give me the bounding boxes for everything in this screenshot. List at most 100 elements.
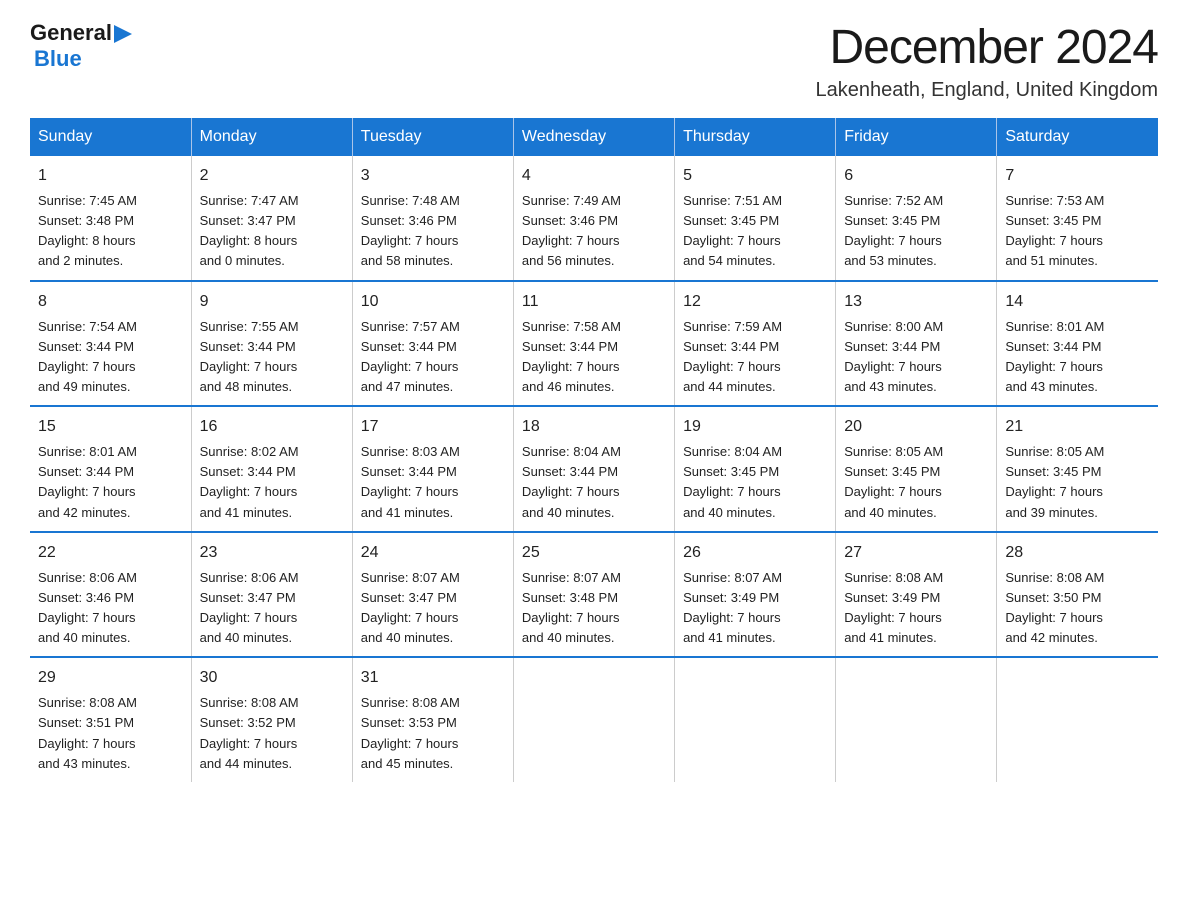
day-number: 24 xyxy=(361,541,505,565)
calendar-week-row: 15 Sunrise: 8:01 AMSunset: 3:44 PMDayligh… xyxy=(30,406,1158,532)
day-info: Sunrise: 8:02 AMSunset: 3:44 PMDaylight:… xyxy=(200,442,344,523)
day-info: Sunrise: 8:04 AMSunset: 3:45 PMDaylight:… xyxy=(683,442,827,523)
day-info: Sunrise: 8:08 AMSunset: 3:53 PMDaylight:… xyxy=(361,693,505,774)
day-number: 31 xyxy=(361,666,505,690)
day-info: Sunrise: 8:07 AMSunset: 3:48 PMDaylight:… xyxy=(522,568,666,649)
calendar-cell: 21 Sunrise: 8:05 AMSunset: 3:45 PMDayligh… xyxy=(997,406,1158,532)
day-info: Sunrise: 7:58 AMSunset: 3:44 PMDaylight:… xyxy=(522,317,666,398)
day-number: 27 xyxy=(844,541,988,565)
calendar-week-row: 22Sunrise: 8:06 AMSunset: 3:46 PMDayligh… xyxy=(30,532,1158,658)
day-info: Sunrise: 7:49 AMSunset: 3:46 PMDaylight:… xyxy=(522,191,666,272)
calendar-cell: 27Sunrise: 8:08 AMSunset: 3:49 PMDayligh… xyxy=(836,532,997,658)
calendar-cell: 12 Sunrise: 7:59 AMSunset: 3:44 PMDayligh… xyxy=(675,281,836,407)
calendar-cell xyxy=(836,657,997,782)
calendar-cell: 19 Sunrise: 8:04 AMSunset: 3:45 PMDayligh… xyxy=(675,406,836,532)
calendar-cell: 26Sunrise: 8:07 AMSunset: 3:49 PMDayligh… xyxy=(675,532,836,658)
day-info: Sunrise: 7:45 AMSunset: 3:48 PMDaylight:… xyxy=(38,191,183,272)
day-number: 5 xyxy=(683,164,827,188)
day-info: Sunrise: 8:04 AMSunset: 3:44 PMDaylight:… xyxy=(522,442,666,523)
calendar-cell: 22Sunrise: 8:06 AMSunset: 3:46 PMDayligh… xyxy=(30,532,191,658)
logo-blue-text: Blue xyxy=(34,46,82,72)
logo-general-text: General xyxy=(30,20,112,46)
day-info: Sunrise: 8:01 AMSunset: 3:44 PMDaylight:… xyxy=(38,442,183,523)
col-thursday: Thursday xyxy=(675,118,836,156)
main-title: December 2024 xyxy=(816,20,1158,75)
logo: General Blue xyxy=(30,20,132,72)
day-number: 22 xyxy=(38,541,183,565)
calendar-cell: 2Sunrise: 7:47 AMSunset: 3:47 PMDaylight… xyxy=(191,156,352,281)
location-subtitle: Lakenheath, England, United Kingdom xyxy=(816,79,1158,102)
day-number: 10 xyxy=(361,290,505,314)
day-info: Sunrise: 7:51 AMSunset: 3:45 PMDaylight:… xyxy=(683,191,827,272)
day-number: 21 xyxy=(1005,415,1150,439)
day-info: Sunrise: 8:05 AMSunset: 3:45 PMDaylight:… xyxy=(844,442,988,523)
day-number: 11 xyxy=(522,290,666,314)
calendar-cell xyxy=(997,657,1158,782)
day-info: Sunrise: 7:57 AMSunset: 3:44 PMDaylight:… xyxy=(361,317,505,398)
calendar-cell: 29 Sunrise: 8:08 AMSunset: 3:51 PMDayligh… xyxy=(30,657,191,782)
day-info: Sunrise: 8:08 AMSunset: 3:50 PMDaylight:… xyxy=(1005,568,1150,649)
day-number: 29 xyxy=(38,666,183,690)
day-info: Sunrise: 8:00 AMSunset: 3:44 PMDaylight:… xyxy=(844,317,988,398)
day-number: 15 xyxy=(38,415,183,439)
col-tuesday: Tuesday xyxy=(352,118,513,156)
day-info: Sunrise: 7:48 AMSunset: 3:46 PMDaylight:… xyxy=(361,191,505,272)
day-info: Sunrise: 8:07 AMSunset: 3:47 PMDaylight:… xyxy=(361,568,505,649)
logo-arrow-icon xyxy=(114,25,132,43)
col-monday: Monday xyxy=(191,118,352,156)
day-info: Sunrise: 8:07 AMSunset: 3:49 PMDaylight:… xyxy=(683,568,827,649)
title-block: December 2024 Lakenheath, England, Unite… xyxy=(816,20,1158,102)
day-info: Sunrise: 8:05 AMSunset: 3:45 PMDaylight:… xyxy=(1005,442,1150,523)
calendar-cell: 7 Sunrise: 7:53 AMSunset: 3:45 PMDaylight… xyxy=(997,156,1158,281)
day-number: 25 xyxy=(522,541,666,565)
day-info: Sunrise: 7:53 AMSunset: 3:45 PMDaylight:… xyxy=(1005,191,1150,272)
calendar-cell: 25 Sunrise: 8:07 AMSunset: 3:48 PMDayligh… xyxy=(513,532,674,658)
col-saturday: Saturday xyxy=(997,118,1158,156)
calendar-week-row: 29 Sunrise: 8:08 AMSunset: 3:51 PMDayligh… xyxy=(30,657,1158,782)
day-info: Sunrise: 8:01 AMSunset: 3:44 PMDaylight:… xyxy=(1005,317,1150,398)
col-sunday: Sunday xyxy=(30,118,191,156)
day-number: 13 xyxy=(844,290,988,314)
calendar-cell: 13 Sunrise: 8:00 AMSunset: 3:44 PMDayligh… xyxy=(836,281,997,407)
calendar-cell: 8 Sunrise: 7:54 AMSunset: 3:44 PMDaylight… xyxy=(30,281,191,407)
calendar-week-row: 1 Sunrise: 7:45 AMSunset: 3:48 PMDaylight… xyxy=(30,156,1158,281)
day-number: 6 xyxy=(844,164,988,188)
day-number: 8 xyxy=(38,290,183,314)
calendar-cell: 10 Sunrise: 7:57 AMSunset: 3:44 PMDayligh… xyxy=(352,281,513,407)
day-number: 16 xyxy=(200,415,344,439)
day-number: 23 xyxy=(200,541,344,565)
day-info: Sunrise: 8:06 AMSunset: 3:47 PMDaylight:… xyxy=(200,568,344,649)
day-number: 4 xyxy=(522,164,666,188)
day-number: 19 xyxy=(683,415,827,439)
day-number: 30 xyxy=(200,666,344,690)
col-friday: Friday xyxy=(836,118,997,156)
day-info: Sunrise: 8:08 AMSunset: 3:51 PMDaylight:… xyxy=(38,693,183,774)
day-number: 9 xyxy=(200,290,344,314)
day-info: Sunrise: 7:59 AMSunset: 3:44 PMDaylight:… xyxy=(683,317,827,398)
day-info: Sunrise: 7:55 AMSunset: 3:44 PMDaylight:… xyxy=(200,317,344,398)
day-number: 17 xyxy=(361,415,505,439)
day-number: 14 xyxy=(1005,290,1150,314)
page-header: General Blue December 2024 Lakenheath, E… xyxy=(30,20,1158,102)
calendar-cell: 3 Sunrise: 7:48 AMSunset: 3:46 PMDaylight… xyxy=(352,156,513,281)
day-number: 7 xyxy=(1005,164,1150,188)
day-number: 3 xyxy=(361,164,505,188)
calendar-cell: 16 Sunrise: 8:02 AMSunset: 3:44 PMDayligh… xyxy=(191,406,352,532)
day-number: 20 xyxy=(844,415,988,439)
calendar-cell: 28 Sunrise: 8:08 AMSunset: 3:50 PMDayligh… xyxy=(997,532,1158,658)
day-info: Sunrise: 7:54 AMSunset: 3:44 PMDaylight:… xyxy=(38,317,183,398)
calendar-cell xyxy=(675,657,836,782)
calendar-cell: 18 Sunrise: 8:04 AMSunset: 3:44 PMDayligh… xyxy=(513,406,674,532)
calendar-cell: 23 Sunrise: 8:06 AMSunset: 3:47 PMDayligh… xyxy=(191,532,352,658)
calendar-cell: 9 Sunrise: 7:55 AMSunset: 3:44 PMDaylight… xyxy=(191,281,352,407)
col-wednesday: Wednesday xyxy=(513,118,674,156)
calendar-week-row: 8 Sunrise: 7:54 AMSunset: 3:44 PMDaylight… xyxy=(30,281,1158,407)
calendar-cell: 11 Sunrise: 7:58 AMSunset: 3:44 PMDayligh… xyxy=(513,281,674,407)
day-number: 12 xyxy=(683,290,827,314)
day-number: 28 xyxy=(1005,541,1150,565)
calendar-cell: 30Sunrise: 8:08 AMSunset: 3:52 PMDayligh… xyxy=(191,657,352,782)
day-info: Sunrise: 7:47 AMSunset: 3:47 PMDaylight:… xyxy=(200,191,344,272)
day-number: 1 xyxy=(38,164,183,188)
day-number: 18 xyxy=(522,415,666,439)
calendar-cell: 20 Sunrise: 8:05 AMSunset: 3:45 PMDayligh… xyxy=(836,406,997,532)
